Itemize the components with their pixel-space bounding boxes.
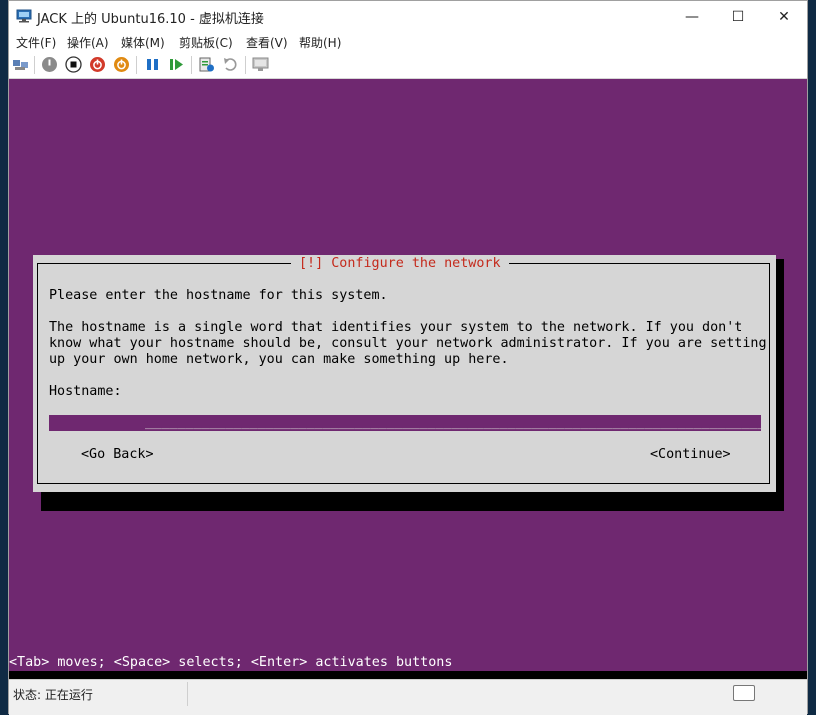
status-separator [187,682,188,706]
description-line: know what your hostname should be, consu… [49,336,767,351]
hostname-label: Hostname: [49,384,122,399]
dialog-title: [!] Configure the network [291,255,509,273]
maximize-icon: ☐ [731,8,745,25]
menu-bar: 文件(F) 操作(A) 媒体(M) 剪贴板(C) 查看(V) 帮助(H) [9,32,807,52]
close-icon: ✕ [778,8,790,25]
toolbar-separator [34,56,35,74]
menu-view[interactable]: 查看(V) [246,34,288,51]
console-bottom-bar [9,671,807,679]
menu-file[interactable]: 文件(F) [16,34,56,51]
input-underline: ________________________________________… [145,415,761,430]
status-bar: 状态: 正在运行 [9,679,807,715]
status-text: 状态: 正在运行 [13,688,93,702]
description-line: up your own home network, you can make s… [49,352,509,367]
hostname-prompt: Please enter the hostname for this syste… [49,288,388,303]
go-back-button[interactable]: <Go Back> [81,447,154,463]
toolbar [9,52,807,79]
save-icon[interactable] [113,56,130,73]
toolbar-separator [191,56,192,74]
hostname-input[interactable]: promotejack ____________________________… [49,415,761,431]
vm-connect-icon [16,9,32,23]
keyboard-icon [733,685,755,701]
minimize-button[interactable]: — [669,1,715,32]
description-line: The hostname is a single word that ident… [49,320,743,335]
continue-button[interactable]: <Continue> [650,447,731,463]
menu-clipboard[interactable]: 剪贴板(C) [179,34,233,51]
enhanced-session-icon[interactable] [252,56,269,73]
revert-icon[interactable] [222,56,239,73]
keyboard-help-line: <Tab> moves; <Space> selects; <Enter> ac… [9,655,453,670]
toolbar-separator [245,56,246,74]
window-title: JACK 上的 Ubuntu16.10 - 虚拟机连接 [37,12,264,27]
checkpoint-icon[interactable] [198,56,215,73]
menu-help[interactable]: 帮助(H) [299,34,341,51]
maximize-button[interactable]: ☐ [715,1,761,32]
menu-action[interactable]: 操作(A) [67,34,109,51]
ctrl-alt-del-icon[interactable] [12,56,29,73]
pause-icon[interactable] [144,56,161,73]
menu-media[interactable]: 媒体(M) [121,34,165,51]
toolbar-separator [136,56,137,74]
shutdown-icon[interactable] [89,56,106,73]
minimize-icon: — [685,8,699,25]
close-button[interactable]: ✕ [761,1,807,32]
reset-icon[interactable] [168,56,185,73]
configure-network-dialog: [!] Configure the network Please enter t… [33,255,776,492]
vm-connection-window: JACK 上的 Ubuntu16.10 - 虚拟机连接 — ☐ ✕ 文件(F) … [8,0,808,715]
turn-off-icon[interactable] [65,56,82,73]
title-bar[interactable]: JACK 上的 Ubuntu16.10 - 虚拟机连接 — ☐ ✕ [9,1,807,32]
vm-screen[interactable]: [!] Configure the network Please enter t… [9,79,807,679]
start-icon[interactable] [41,56,58,73]
